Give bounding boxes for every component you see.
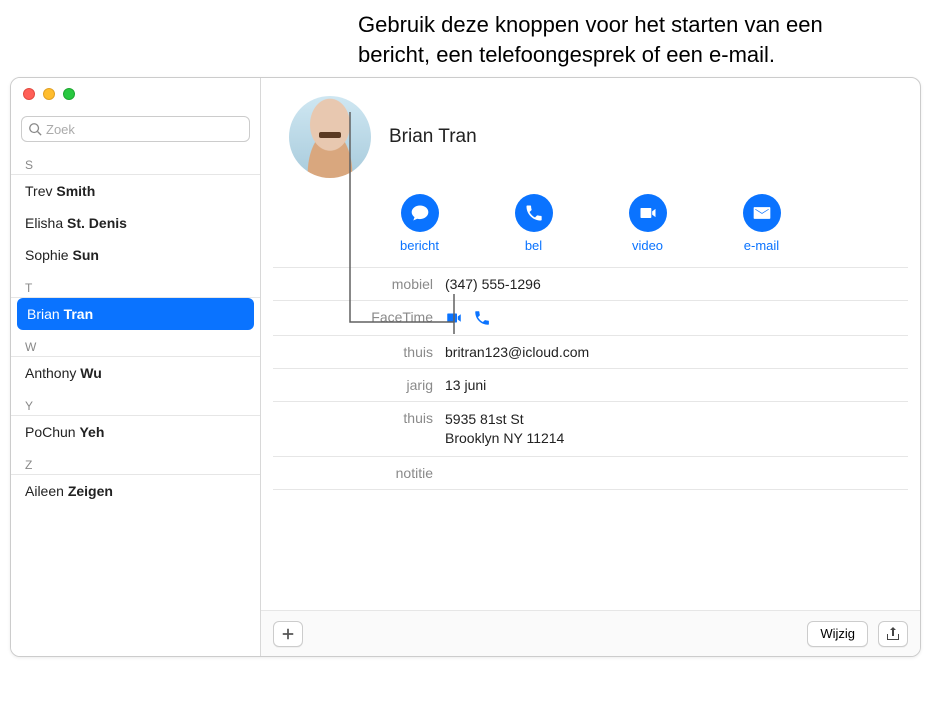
quick-actions: bericht bel video e-mail [261, 188, 920, 267]
field-value[interactable]: 5935 81st St Brooklyn NY 11214 [445, 410, 898, 448]
share-button[interactable] [878, 621, 908, 647]
email-button[interactable]: e-mail [730, 194, 794, 253]
call-label: bel [525, 238, 542, 253]
index-header: Y [11, 393, 260, 416]
list-item[interactable]: Brian Tran [17, 298, 254, 330]
plus-icon [281, 627, 295, 641]
field-value[interactable]: (347) 555-1296 [445, 276, 898, 292]
phone-icon [524, 203, 544, 223]
field-email: thuis britran123@icloud.com [273, 335, 908, 368]
contact-detail: Brian Tran bericht bel video e-mail mob [261, 78, 920, 656]
field-value[interactable]: britran123@icloud.com [445, 344, 898, 360]
list-item[interactable]: PoChun Yeh [11, 416, 260, 448]
field-label: FaceTime [273, 309, 433, 327]
index-header: S [11, 152, 260, 175]
field-birthday: jarig 13 juni [273, 368, 908, 401]
minimize-button[interactable] [43, 88, 55, 100]
mail-label: e-mail [744, 238, 779, 253]
video-label: video [632, 238, 663, 253]
index-header: W [11, 334, 260, 357]
field-facetime: FaceTime [273, 300, 908, 335]
field-label: mobiel [273, 276, 433, 292]
index-header: Z [11, 452, 260, 475]
field-value[interactable] [445, 465, 898, 481]
edit-button[interactable]: Wijzig [807, 621, 868, 647]
detail-footer: Wijzig [261, 610, 920, 656]
video-button[interactable]: video [616, 194, 680, 253]
video-icon [638, 203, 658, 223]
facetime-video-icon[interactable] [445, 309, 463, 327]
search-field[interactable] [21, 116, 250, 142]
list-item[interactable]: Sophie Sun [11, 239, 260, 271]
contacts-window: STrev SmithElisha St. DenisSophie SunTBr… [10, 77, 921, 657]
field-label: thuis [273, 410, 433, 448]
list-item[interactable]: Elisha St. Denis [11, 207, 260, 239]
message-label: bericht [400, 238, 439, 253]
message-icon [410, 203, 430, 223]
field-mobile: mobiel (347) 555-1296 [273, 267, 908, 300]
facetime-audio-icon[interactable] [473, 309, 491, 327]
mail-icon [752, 203, 772, 223]
contact-fields: mobiel (347) 555-1296 FaceTime thuis bri… [273, 267, 908, 490]
help-callout: Gebruik deze knoppen voor het starten va… [358, 10, 878, 77]
field-label: notitie [273, 465, 433, 481]
list-item[interactable]: Trev Smith [11, 175, 260, 207]
call-button[interactable]: bel [502, 194, 566, 253]
field-note: notitie [273, 456, 908, 490]
search-input[interactable] [46, 122, 243, 137]
sidebar: STrev SmithElisha St. DenisSophie Sun TBr… [11, 78, 261, 656]
window-controls [23, 88, 75, 100]
add-contact-button[interactable] [273, 621, 303, 647]
list-item[interactable]: Aileen Zeigen [11, 475, 260, 507]
index-header: T [11, 275, 260, 298]
contact-list: STrev SmithElisha St. DenisSophie Sun TBr… [11, 148, 260, 656]
field-label: jarig [273, 377, 433, 393]
field-value: 13 juni [445, 377, 898, 393]
search-icon [28, 122, 42, 136]
contact-name: Brian Tran [389, 126, 477, 148]
field-address: thuis 5935 81st St Brooklyn NY 11214 [273, 401, 908, 456]
field-label: thuis [273, 344, 433, 360]
message-button[interactable]: bericht [388, 194, 452, 253]
facetime-actions [445, 309, 898, 327]
zoom-button[interactable] [63, 88, 75, 100]
close-button[interactable] [23, 88, 35, 100]
share-icon [885, 626, 901, 642]
avatar[interactable] [289, 96, 371, 178]
list-item[interactable]: Anthony Wu [11, 357, 260, 389]
